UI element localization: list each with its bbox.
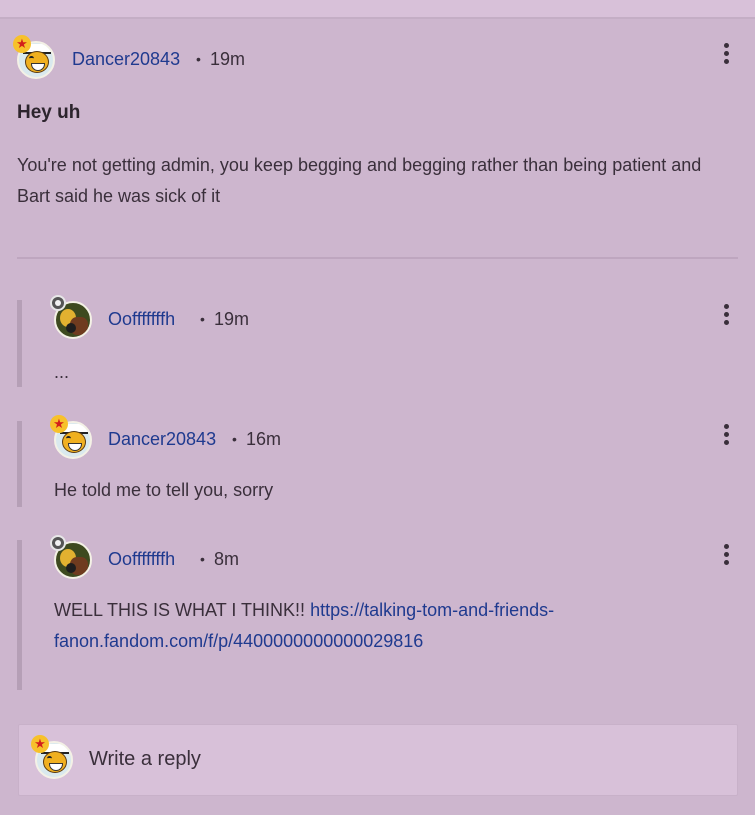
star-badge-icon: ★	[31, 735, 49, 753]
reply-text: ...	[54, 362, 70, 382]
post-timestamp: 19m	[210, 49, 246, 69]
post-body: You're not getting admin, you keep beggi…	[17, 155, 702, 206]
thread-bar	[17, 540, 22, 690]
reply-author[interactable]: Oofffffffh	[108, 548, 175, 570]
reply-author[interactable]: Oofffffffh	[108, 308, 175, 330]
thread-bar	[17, 421, 22, 507]
more-vertical-icon[interactable]	[722, 43, 732, 69]
separator-dot: •	[200, 551, 205, 567]
reply-link[interactable]: https://talking-tom-and-friends-	[310, 600, 554, 620]
gear-badge-icon	[50, 295, 66, 311]
avatar-part	[66, 323, 76, 333]
reply-text: WELL THIS IS WHAT I THINK!! https://talk…	[54, 595, 734, 657]
reply-timestamp: 16m	[246, 429, 282, 449]
post-author[interactable]: Dancer20843	[72, 48, 180, 70]
avatar-face	[25, 51, 49, 73]
reply-timestamp: 8m	[214, 549, 240, 569]
star-badge-icon: ★	[50, 415, 68, 433]
star-badge-icon: ★	[13, 35, 31, 53]
separator-dot: •	[200, 311, 205, 327]
reply-text-content: WELL THIS IS WHAT I THINK!!	[54, 600, 306, 620]
top-strip	[0, 0, 755, 19]
reply-link-continued[interactable]: fanon.fandom.com/f/p/4400000000000029816	[54, 631, 423, 651]
reply-timestamp: 19m	[214, 309, 250, 329]
reply-author[interactable]: Dancer20843	[108, 428, 216, 450]
thread-bar	[17, 300, 22, 387]
avatar-face	[43, 751, 67, 773]
separator-dot: •	[232, 431, 237, 447]
separator-dot: •	[196, 51, 201, 67]
reply-placeholder[interactable]: Write a reply	[89, 748, 201, 771]
gear-badge-icon	[50, 535, 66, 551]
reply-text: He told me to tell you, sorry	[54, 480, 274, 500]
post-title: Hey uh	[17, 102, 81, 123]
avatar-face	[62, 431, 86, 453]
divider	[17, 257, 738, 259]
more-vertical-icon[interactable]	[722, 544, 732, 570]
more-vertical-icon[interactable]	[722, 424, 732, 450]
avatar-part	[66, 563, 76, 573]
more-vertical-icon[interactable]	[722, 304, 732, 330]
